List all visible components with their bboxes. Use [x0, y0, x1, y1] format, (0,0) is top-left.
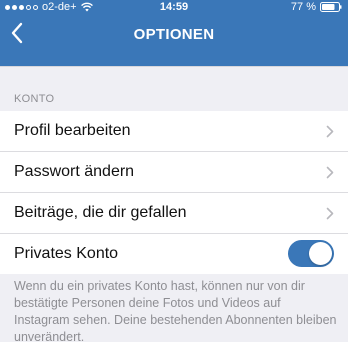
edit-profile-row[interactable]: Profil bearbeiten [0, 111, 348, 152]
change-password-row[interactable]: Passwort ändern [0, 152, 348, 193]
row-label: Profil bearbeiten [14, 122, 131, 139]
row-label: Beiträge, die dir gefallen [14, 204, 187, 221]
page-title: OPTIONEN [133, 26, 215, 43]
row-label: Privates Konto [14, 245, 119, 262]
section-header-konto: KONTO [14, 93, 55, 105]
options-content: KONTO Profil bearbeiten Passwort ändern … [0, 66, 348, 342]
navigation-bar: OPTIONEN [0, 14, 348, 58]
private-account-row: Privates Konto [0, 234, 348, 274]
chevron-right-icon [326, 166, 334, 178]
private-account-toggle[interactable] [288, 240, 334, 267]
options-screen: o2-de+ 14:59 77 % OPTIONEN KONTO Profil … [0, 0, 348, 342]
account-settings-list: Profil bearbeiten Passwort ändern Beiträ… [0, 111, 348, 274]
chevron-right-icon [326, 207, 334, 219]
private-account-description: Wenn du ein privates Konto hast, können … [14, 279, 337, 342]
top-bar: o2-de+ 14:59 77 % OPTIONEN [0, 0, 348, 66]
divider [0, 66, 348, 67]
toggle-knob [309, 242, 332, 265]
chevron-right-icon [326, 125, 334, 137]
status-bar: o2-de+ 14:59 77 % [0, 0, 348, 14]
battery-icon [320, 2, 342, 12]
battery-percent: 77 % [290, 1, 316, 13]
liked-posts-row[interactable]: Beiträge, die dir gefallen [0, 193, 348, 234]
row-label: Passwort ändern [14, 163, 135, 180]
battery-status: 77 % [291, 0, 342, 14]
